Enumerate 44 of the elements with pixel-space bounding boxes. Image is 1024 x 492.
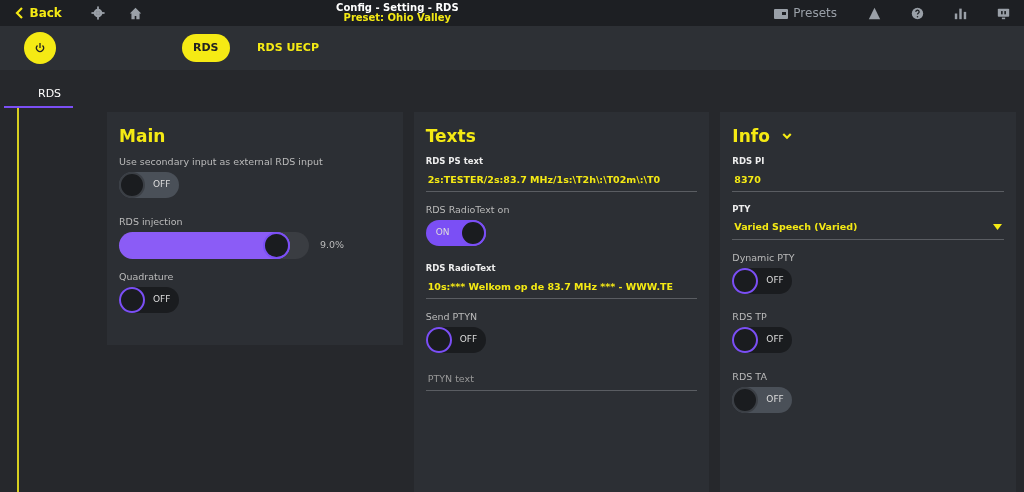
- section-tab[interactable]: RDS: [4, 81, 74, 108]
- card-title: Main: [119, 125, 166, 148]
- setting-label: Quadrature: [119, 269, 175, 284]
- home-icon[interactable]: [128, 6, 142, 20]
- setting-label: RDS injection: [119, 214, 184, 229]
- setting-label: Use secondary input as external RDS input: [119, 155, 324, 169]
- field-label: RDS PI: [732, 155, 766, 168]
- field-label: PTY: [732, 202, 752, 216]
- mode-tab[interactable]: RDS: [182, 33, 230, 63]
- toggle-switch[interactable]: ON: [425, 219, 486, 246]
- text-field[interactable]: 2s:TESTER/2s:83.7 MHz/1s:\T2h\:\T02m\:\T0: [425, 170, 698, 192]
- field-label: RDS PS text: [425, 155, 485, 168]
- toggle-switch[interactable]: OFF: [732, 267, 793, 294]
- dropdown-field[interactable]: Varied Speech (Varied): [732, 218, 1004, 240]
- window-title: Config - Setting - RDS: [335, 3, 460, 14]
- bar-chart-icon[interactable]: [954, 6, 967, 20]
- setting-label: RDS TA: [732, 369, 768, 384]
- setting-label: Send PTYN: [425, 310, 479, 324]
- toggle-switch[interactable]: OFF: [119, 286, 179, 313]
- field-label: RDS RadioText: [425, 262, 497, 275]
- monitor-icon[interactable]: [997, 6, 1010, 20]
- power-icon: [34, 41, 46, 54]
- help-icon[interactable]: [911, 6, 924, 20]
- toggle-switch[interactable]: OFF: [732, 327, 793, 353]
- slider-thumb[interactable]: [263, 231, 290, 259]
- folder-icon: [773, 7, 788, 19]
- toggle-switch[interactable]: OFF: [425, 327, 486, 353]
- slider-reading: 9.0%: [320, 237, 345, 252]
- card-title: Info: [732, 125, 770, 148]
- setting-label: Dynamic PTY: [732, 250, 796, 265]
- setting-label: RDS TP: [732, 310, 768, 324]
- mode-tab[interactable]: RDS UECP: [246, 33, 330, 63]
- text-field[interactable]: 8370: [732, 170, 1004, 192]
- back-button[interactable]: Back: [14, 3, 63, 24]
- warning-icon[interactable]: [868, 6, 881, 20]
- caret-down-icon: [993, 224, 1002, 231]
- preset-name: Preset: Ohio Valley: [343, 13, 453, 24]
- text-field[interactable]: 10s:*** Welkom op de 83.7 MHz *** - WWW.TE: [425, 277, 698, 299]
- presets-button[interactable]: Presets: [772, 3, 838, 24]
- card-title: Texts: [425, 125, 476, 148]
- chevron-left-icon: [15, 7, 24, 20]
- power-button[interactable]: [24, 31, 56, 64]
- text-field[interactable]: PTYN text: [425, 369, 698, 391]
- setting-label: RDS RadioText on: [425, 202, 511, 217]
